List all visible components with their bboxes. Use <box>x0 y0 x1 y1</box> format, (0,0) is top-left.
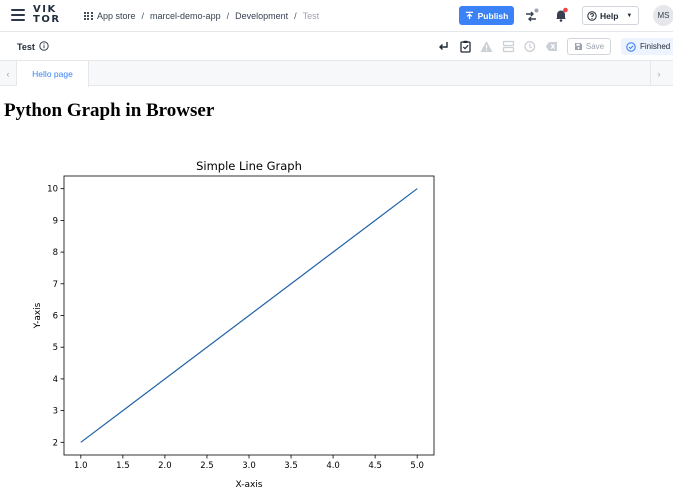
tab-hello-page[interactable]: Hello page <box>17 61 89 87</box>
x-axis-label: X-axis <box>236 480 263 490</box>
x-tick-label: 3.0 <box>242 461 256 471</box>
return-icon[interactable] <box>437 40 450 53</box>
status-label: Finished <box>640 42 671 51</box>
page-title: Python Graph in Browser <box>4 100 215 121</box>
history-icon <box>524 41 536 52</box>
y-tick-label: 7 <box>53 280 58 290</box>
breadcrumb-app[interactable]: marcel-demo-app <box>150 11 221 21</box>
bell-icon[interactable] <box>553 7 569 23</box>
x-tick-label: 4.0 <box>326 461 340 471</box>
chart-title: Simple Line Graph <box>196 159 302 173</box>
viktor-logo[interactable]: VIK TOR <box>33 5 59 24</box>
y-tick-label: 2 <box>53 438 58 448</box>
app-grid-icon[interactable] <box>84 11 93 21</box>
series-line <box>80 188 418 443</box>
line-chart: Simple Line Graph X-axis Y-axis 1.0 1.5 2.0 2.… <box>33 159 435 490</box>
tab-scroll-left-icon[interactable]: ‹ <box>0 61 17 86</box>
save-label: Save <box>585 42 605 51</box>
y-tick-label: 10 <box>47 185 58 195</box>
save-button[interactable]: Save <box>567 38 611 55</box>
breadcrumb-separator: / <box>294 11 297 21</box>
y-tick-label: 4 <box>53 375 58 385</box>
caret-down-icon: ▼ <box>626 12 633 19</box>
publish-button[interactable]: Publish <box>459 6 514 25</box>
entity-toolbar: Test Save Finished <box>0 32 673 61</box>
breadcrumb-current: Test <box>302 11 320 21</box>
branch-sync-icon[interactable] <box>523 8 539 24</box>
view-tabs: ‹ Hello page › <box>0 61 673 87</box>
x-tick-label: 3.5 <box>284 461 298 471</box>
y-axis-label: Y-axis <box>33 302 43 329</box>
y-tick-label: 8 <box>53 248 58 258</box>
status-badge[interactable]: Finished <box>621 38 673 55</box>
warning-icon <box>480 41 493 52</box>
breadcrumb: App store / marcel-demo-app / Developmen… <box>84 9 319 23</box>
entity-name: Test <box>17 42 35 52</box>
info-icon[interactable] <box>39 41 49 51</box>
breadcrumb-workspace[interactable]: Development <box>235 11 288 21</box>
top-bar: VIK TOR App store / marcel-demo-app / De… <box>0 0 673 32</box>
x-tick-label: 2.0 <box>158 461 172 471</box>
y-tick-label: 9 <box>53 216 58 226</box>
tab-scroll-right-icon[interactable]: › <box>650 61 667 86</box>
check-circle-icon <box>626 41 636 52</box>
breadcrumb-separator: / <box>226 11 230 21</box>
x-tick-label: 4.5 <box>368 461 382 471</box>
x-tick-label: 1.0 <box>74 461 88 471</box>
publish-label: Publish <box>477 10 509 21</box>
y-tick-label: 5 <box>53 343 58 353</box>
help-label: Help <box>600 10 619 21</box>
x-tick-label: 2.5 <box>200 461 214 471</box>
clipboard-check-icon[interactable] <box>459 40 472 53</box>
upload-icon <box>465 11 473 20</box>
menu-icon[interactable] <box>11 9 25 23</box>
logo-line-2: TOR <box>33 13 61 25</box>
layers-icon <box>502 40 515 53</box>
clear-icon <box>545 42 557 51</box>
question-icon <box>587 10 597 21</box>
y-tick-label: 6 <box>53 312 58 322</box>
x-tick-label: 5.0 <box>410 461 424 471</box>
help-dropdown[interactable]: Help ▼ <box>582 6 639 25</box>
breadcrumb-separator: / <box>141 11 145 21</box>
x-tick-label: 1.5 <box>116 461 130 471</box>
y-tick-label: 3 <box>53 407 58 417</box>
breadcrumb-app-store[interactable]: App store <box>97 11 136 21</box>
avatar[interactable]: MS <box>653 5 673 26</box>
save-icon <box>574 43 582 50</box>
